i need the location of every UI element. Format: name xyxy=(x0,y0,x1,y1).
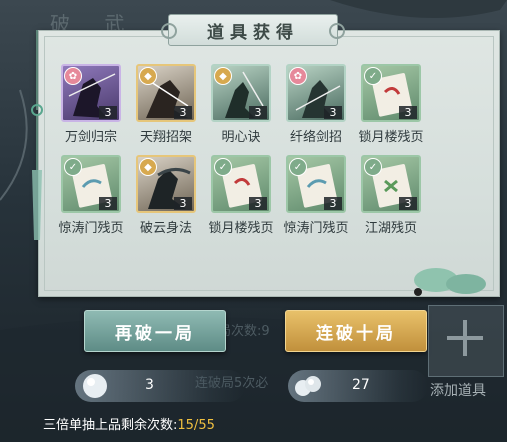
pearls-icon xyxy=(295,376,321,396)
item-label: 锁月楼残页 xyxy=(358,130,424,145)
item-card[interactable]: ✓ 3 xyxy=(361,64,421,122)
rarity-badge-icon: ✓ xyxy=(290,159,306,175)
rarity-badge-icon: ✓ xyxy=(365,68,381,84)
rarity-badge-icon: ◆ xyxy=(140,159,156,175)
item-card[interactable]: ✓ 3 xyxy=(286,155,346,213)
pearl-icon xyxy=(83,374,107,398)
item-slot[interactable]: ✿ 3 纤络剑招 xyxy=(285,64,347,145)
item-count: 3 xyxy=(399,197,417,210)
rarity-badge-icon: ◆ xyxy=(140,68,156,84)
item-label: 明心诀 xyxy=(221,130,261,145)
item-card[interactable]: ✓ 3 xyxy=(211,155,271,213)
item-count: 3 xyxy=(249,106,267,119)
pearl-count: 3 xyxy=(145,377,154,393)
item-card[interactable]: ◆ 3 xyxy=(136,64,196,122)
item-slot[interactable]: ✓ 3 锁月楼残页 xyxy=(208,155,274,236)
item-count: 3 xyxy=(99,197,117,210)
rarity-badge-icon: ✿ xyxy=(290,68,306,84)
item-label: 惊涛门残页 xyxy=(58,221,124,236)
rarity-badge-icon: ✓ xyxy=(215,159,231,175)
item-count: 3 xyxy=(174,197,192,210)
currency-pearls: 27 xyxy=(288,370,428,402)
retry-button[interactable]: 再破一局 xyxy=(84,310,226,352)
item-slot[interactable]: ✿ 3 万剑归宗 xyxy=(60,64,122,145)
item-card[interactable]: ✿ 3 xyxy=(61,64,121,122)
item-label: 江湖残页 xyxy=(364,221,417,236)
item-count: 3 xyxy=(324,197,342,210)
item-row: ✿ 3 万剑归宗 ◆ 3 天翔招架 ◆ 3 明心诀 ✿ 3 纤络剑招 ✓ 3 锁… xyxy=(60,64,440,145)
ten-draw-button[interactable]: 连破十局 xyxy=(285,310,427,352)
currency-pearl: 3 xyxy=(75,370,245,402)
item-label: 天翔招架 xyxy=(139,130,192,145)
jade-bowls-icon xyxy=(414,268,486,296)
item-count: 3 xyxy=(324,106,342,119)
item-grid: ✿ 3 万剑归宗 ◆ 3 天翔招架 ◆ 3 明心诀 ✿ 3 纤络剑招 ✓ 3 锁… xyxy=(58,64,440,246)
remaining-draws-info: 三倍单抽上品剩余次数:15/55 xyxy=(43,414,215,433)
item-slot[interactable]: ✓ 3 锁月楼残页 xyxy=(358,64,424,145)
add-item-button[interactable] xyxy=(428,305,504,377)
panel-title: 道具获得 xyxy=(161,14,345,46)
item-card[interactable]: ◆ 3 xyxy=(136,155,196,213)
rarity-badge-icon: ✿ xyxy=(65,68,81,84)
item-slot[interactable]: ◆ 3 破云身法 xyxy=(135,155,197,236)
rarity-badge-icon: ✓ xyxy=(65,159,81,175)
add-item-label: 添加道具 xyxy=(430,383,486,399)
item-label: 万剑归宗 xyxy=(64,130,117,145)
item-count: 3 xyxy=(174,106,192,119)
item-count: 3 xyxy=(399,106,417,119)
item-label: 纤络剑招 xyxy=(289,130,342,145)
jade-tassel xyxy=(31,30,43,240)
item-slot[interactable]: ✓ 3 惊涛门残页 xyxy=(283,155,349,236)
item-slot[interactable]: ◆ 3 天翔招架 xyxy=(135,64,197,145)
item-slot[interactable]: ✓ 3 惊涛门残页 xyxy=(58,155,124,236)
item-label: 锁月楼残页 xyxy=(208,221,274,236)
item-label: 破云身法 xyxy=(139,221,192,236)
item-count: 3 xyxy=(99,106,117,119)
item-slot[interactable]: ◆ 3 明心诀 xyxy=(210,64,272,145)
remaining-draws-label: 三倍单抽上品剩余次数: xyxy=(43,418,178,433)
item-slot[interactable]: ✓ 3 江湖残页 xyxy=(360,155,422,236)
rarity-badge-icon: ✓ xyxy=(365,159,381,175)
item-card[interactable]: ✿ 3 xyxy=(286,64,346,122)
rarity-badge-icon: ◆ xyxy=(215,68,231,84)
item-label: 惊涛门残页 xyxy=(283,221,349,236)
remaining-draws-value: 15/55 xyxy=(177,418,215,433)
item-card[interactable]: ✓ 3 xyxy=(61,155,121,213)
plus-icon xyxy=(445,318,485,358)
item-count: 3 xyxy=(249,197,267,210)
item-card[interactable]: ◆ 3 xyxy=(211,64,271,122)
pearls-count: 27 xyxy=(352,377,370,393)
item-row: ✓ 3 惊涛门残页 ◆ 3 破云身法 ✓ 3 锁月楼残页 ✓ 3 惊涛门残页 ✓… xyxy=(58,155,440,236)
item-card[interactable]: ✓ 3 xyxy=(361,155,421,213)
